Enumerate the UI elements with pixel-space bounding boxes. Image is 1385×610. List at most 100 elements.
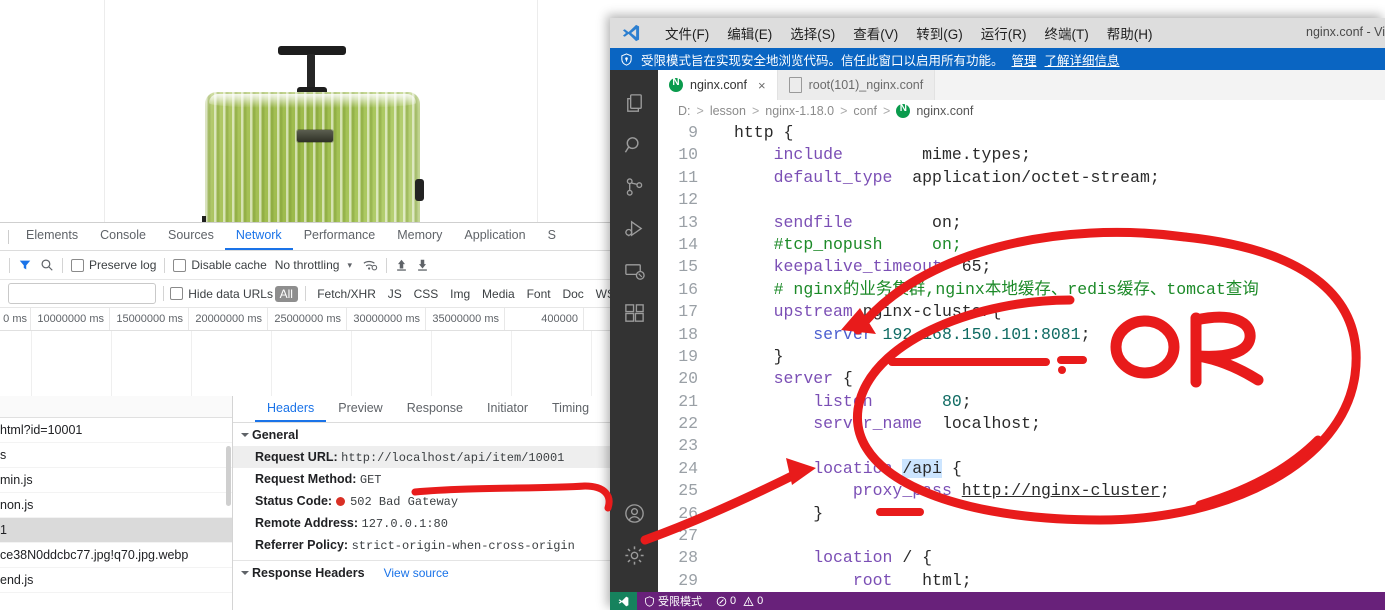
devtools-tab-application[interactable]: Application	[453, 224, 536, 250]
list-item[interactable]: s	[0, 443, 232, 468]
hide-data-urls-checkbox[interactable]: Hide data URLs	[170, 287, 273, 301]
breadcrumb-item-drive[interactable]: D:	[678, 104, 691, 118]
code-line[interactable]: 10 include mime.types;	[658, 144, 1385, 166]
list-item[interactable]: ce38N0ddcbc77.jpg!q70.jpg.webp	[0, 543, 232, 568]
upload-har-icon[interactable]	[395, 258, 408, 272]
request-list-scrollbar[interactable]	[226, 446, 231, 506]
run-and-debug-icon[interactable]	[617, 208, 651, 250]
code-line[interactable]: 13 sendfile on;	[658, 212, 1385, 234]
breadcrumb-item-nginx[interactable]: nginx-1.18.0	[765, 104, 834, 118]
network-request-list[interactable]: html?id=10001 s min.js non.js 1 ce38N0dd…	[0, 396, 233, 610]
response-headers-section-header[interactable]: Response Headers View source	[233, 561, 620, 584]
chevron-down-icon[interactable]	[241, 571, 249, 575]
code-line[interactable]: 27	[658, 525, 1385, 547]
devtools-tab-security[interactable]: S	[537, 224, 567, 250]
close-icon[interactable]: close-icon	[239, 415, 255, 422]
code-line[interactable]: 19 }	[658, 346, 1385, 368]
chevron-down-icon[interactable]: ▾	[347, 260, 352, 271]
detail-tab-headers[interactable]: Headers	[255, 398, 327, 422]
menu-terminal[interactable]: 终端(T)	[1036, 20, 1098, 46]
funnel-icon[interactable]	[18, 258, 32, 272]
search-icon[interactable]	[617, 124, 651, 166]
code-line[interactable]: 14 #tcp_nopush on;	[658, 234, 1385, 256]
filter-type-css[interactable]: CSS	[409, 286, 444, 302]
code-line[interactable]: 20 server {	[658, 368, 1385, 390]
view-source-link[interactable]: View source	[384, 566, 449, 580]
disable-cache-checkbox[interactable]: Disable cache	[173, 258, 267, 272]
extensions-icon[interactable]	[617, 292, 651, 334]
status-restricted-mode[interactable]: 受限模式	[637, 593, 709, 609]
devtools-tab-memory[interactable]: Memory	[386, 224, 453, 250]
breadcrumb-item-conf[interactable]: conf	[853, 104, 877, 118]
preserve-log-checkbox[interactable]: Preserve log	[71, 258, 156, 272]
list-item[interactable]: html?id=10001	[0, 418, 232, 443]
accounts-icon[interactable]	[617, 492, 651, 534]
menu-file[interactable]: 文件(F)	[656, 20, 718, 46]
menu-go[interactable]: 转到(G)	[907, 20, 972, 46]
detail-tab-initiator[interactable]: Initiator	[475, 398, 540, 422]
code-line[interactable]: 16 # nginx的业务集群,nginx本地缓存、redis缓存、tomcat…	[658, 279, 1385, 301]
devtools-tab-sources[interactable]: Sources	[157, 224, 225, 250]
code-line[interactable]: 17 upstream nginx-cluster{	[658, 301, 1385, 323]
code-editor[interactable]: 9 http {10 include mime.types; 11 default_…	[658, 122, 1385, 592]
chevron-down-icon[interactable]	[241, 433, 249, 437]
editor-tab-nginx-conf[interactable]: nginx.conf ×	[658, 70, 778, 100]
code-line[interactable]: 18 server 192.168.150.101:8081;	[658, 324, 1385, 346]
network-filter-input[interactable]	[8, 283, 156, 304]
code-line[interactable]: 11 default_type application/octet-stream…	[658, 167, 1385, 189]
breadcrumb-item-file[interactable]: nginx.conf	[916, 104, 973, 118]
filter-type-fetch-xhr[interactable]: Fetch/XHR	[312, 286, 381, 302]
code-line[interactable]: 26 }	[658, 503, 1385, 525]
menu-help[interactable]: 帮助(H)	[1098, 20, 1162, 46]
devtools-tab-console[interactable]: Console	[89, 224, 157, 250]
editor-tab-root101-nginx-conf[interactable]: root(101)_nginx.conf	[777, 70, 936, 100]
hide-data-urls-box[interactable]	[170, 287, 184, 300]
close-icon[interactable]: ×	[758, 78, 766, 93]
search-icon[interactable]	[40, 258, 54, 272]
filter-type-img[interactable]: Img	[445, 286, 475, 302]
code-line[interactable]: 9 http {	[658, 122, 1385, 144]
list-item[interactable]: end.js	[0, 568, 232, 593]
code-line[interactable]: 28 location / {	[658, 547, 1385, 569]
source-control-icon[interactable]	[617, 166, 651, 208]
filter-type-doc[interactable]: Doc	[557, 286, 588, 302]
status-problems[interactable]: 0 0	[709, 595, 770, 607]
devtools-tab-performance[interactable]: Performance	[293, 224, 387, 250]
code-line[interactable]: 21 listen 80;	[658, 391, 1385, 413]
list-item[interactable]: non.js	[0, 493, 232, 518]
detail-tab-preview[interactable]: Preview	[326, 398, 394, 422]
trust-learn-more-link[interactable]: 了解详细信息	[1045, 50, 1120, 69]
remote-explorer-icon[interactable]	[617, 250, 651, 292]
menu-select[interactable]: 选择(S)	[781, 20, 844, 46]
list-item[interactable]: 1	[0, 518, 232, 543]
code-line[interactable]: 29 root html;	[658, 570, 1385, 592]
filter-type-media[interactable]: Media	[477, 286, 520, 302]
detail-tab-response[interactable]: Response	[395, 398, 475, 422]
menu-view[interactable]: 查看(V)	[844, 20, 907, 46]
filter-type-js[interactable]: JS	[383, 286, 407, 302]
devtools-tab-elements[interactable]: Elements	[15, 224, 89, 250]
devtools-tab-network[interactable]: Network	[224, 224, 293, 250]
detail-tab-timing[interactable]: Timing	[540, 398, 601, 422]
code-line[interactable]: 24 location /api {	[658, 458, 1385, 480]
menu-run[interactable]: 运行(R)	[972, 20, 1036, 46]
preserve-log-box[interactable]	[71, 258, 84, 272]
code-line[interactable]: 25 proxy_pass http://nginx-cluster;	[658, 480, 1385, 502]
trust-manage-link[interactable]: 管理	[1012, 50, 1037, 69]
menu-edit[interactable]: 编辑(E)	[718, 20, 781, 46]
download-har-icon[interactable]	[416, 258, 429, 272]
code-line[interactable]: 15 keepalive_timeout 65;	[658, 256, 1385, 278]
code-line[interactable]: 23	[658, 435, 1385, 457]
list-item[interactable]: min.js	[0, 468, 232, 493]
filter-type-all[interactable]: All	[274, 285, 298, 302]
filter-type-font[interactable]: Font	[522, 286, 556, 302]
code-line[interactable]: 22 server_name localhost;	[658, 413, 1385, 435]
remote-indicator-icon[interactable]	[610, 592, 637, 610]
network-conditions-icon[interactable]	[362, 258, 378, 272]
general-section-header[interactable]: General	[233, 423, 620, 446]
breadcrumb-item-lesson[interactable]: lesson	[710, 104, 746, 118]
explorer-icon[interactable]	[617, 82, 651, 124]
settings-gear-icon[interactable]	[617, 534, 651, 576]
disable-cache-box[interactable]	[173, 258, 187, 272]
throttling-select-value[interactable]: No throttling	[275, 258, 340, 272]
